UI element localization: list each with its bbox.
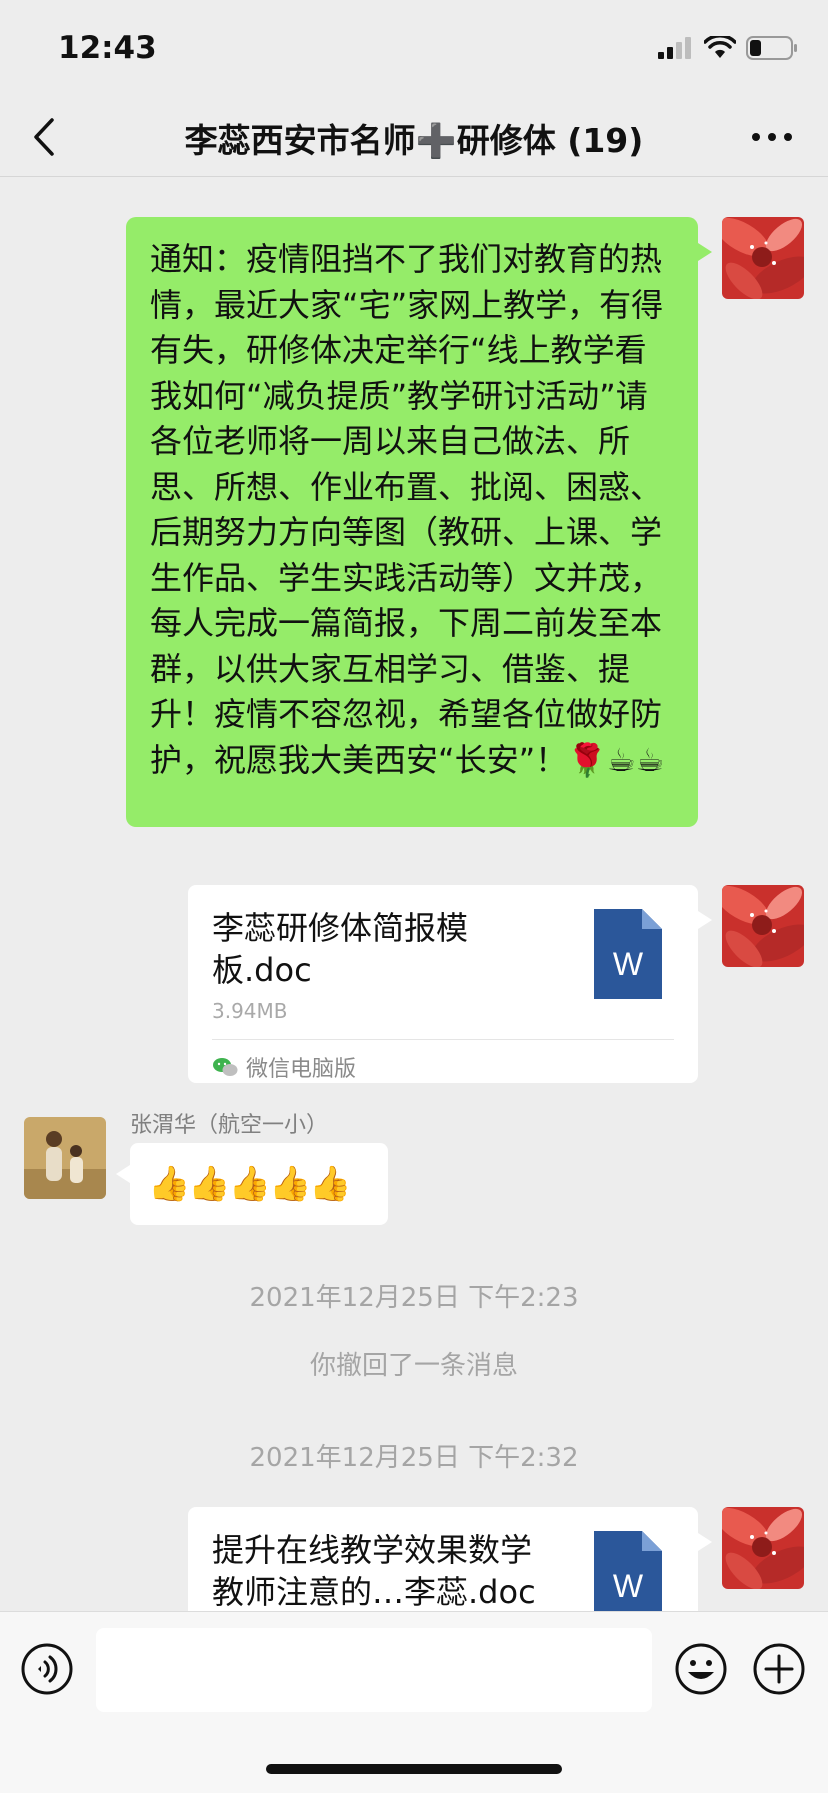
my-avatar[interactable] (722, 885, 804, 967)
my-avatar[interactable] (722, 217, 804, 299)
plus-icon[interactable] (752, 1642, 806, 1696)
notice-message-bubble[interactable]: 通知：疫情阻挡不了我们对教育的热情，最近大家“宅”家网上教学，有得有失，研修体决… (126, 217, 712, 827)
member-avatar[interactable] (24, 1117, 106, 1199)
file-message-card[interactable]: 提升在线教学效果数学教师注意的…李蕊.doc W (188, 1507, 712, 1611)
reply-message-bubble[interactable]: 👍👍👍👍👍 (116, 1143, 388, 1225)
status-bar: 12:43 (0, 0, 828, 100)
file-message-card[interactable]: 李蕊研修体简报模板.doc 3.94MB W 微信电脑版 (188, 885, 712, 1083)
wifi-icon (704, 36, 736, 58)
timestamp: 2021年12月25日 下午2:32 (249, 1443, 579, 1473)
emoji-icon[interactable] (674, 1642, 728, 1696)
more-icon[interactable] (750, 122, 794, 152)
file-divider (212, 1039, 674, 1040)
reply-message-text: 👍👍👍👍👍 (148, 1164, 352, 1204)
battery-icon (746, 36, 797, 60)
my-avatar[interactable] (722, 1507, 804, 1589)
word-doc-letter: W (613, 946, 644, 982)
message-input[interactable] (96, 1628, 652, 1712)
chat-title: 李蕊西安市名师➕研修体 (19) (184, 121, 644, 160)
chat-header: 李蕊西安市名师➕研修体 (19) (0, 100, 828, 177)
word-doc-icon: W (594, 1531, 662, 1611)
clock: 12:43 (58, 30, 157, 66)
file-source: 微信电脑版 (212, 1051, 356, 1083)
file-name: 李蕊研修体简报模板.doc (212, 909, 469, 989)
back-icon[interactable] (28, 114, 68, 160)
file-name: 提升在线教学效果数学教师注意的…李蕊.doc (212, 1531, 536, 1611)
file-size: 3.94MB (212, 999, 288, 1023)
recall-notice: 你撤回了一条消息 (309, 1351, 518, 1381)
status-icons (658, 36, 798, 60)
word-doc-letter: W (613, 1568, 644, 1604)
voice-input-icon[interactable] (20, 1642, 74, 1696)
home-indicator[interactable] (266, 1764, 562, 1774)
notice-message-text: 通知：疫情阻挡不了我们对教育的热情，最近大家“宅”家网上教学，有得有失，研修体决… (150, 240, 665, 779)
word-doc-icon: W (594, 909, 662, 999)
file-source-label: 微信电脑版 (246, 1057, 357, 1082)
chat-messages[interactable]: 通知：疫情阻挡不了我们对教育的热情，最近大家“宅”家网上教学，有得有失，研修体决… (0, 177, 828, 1611)
signal-icon (658, 37, 691, 59)
timestamp: 2021年12月25日 下午2:23 (249, 1283, 579, 1313)
wechat-icon (213, 1058, 238, 1076)
sender-name: 张渭华（航空一小） (130, 1113, 329, 1138)
